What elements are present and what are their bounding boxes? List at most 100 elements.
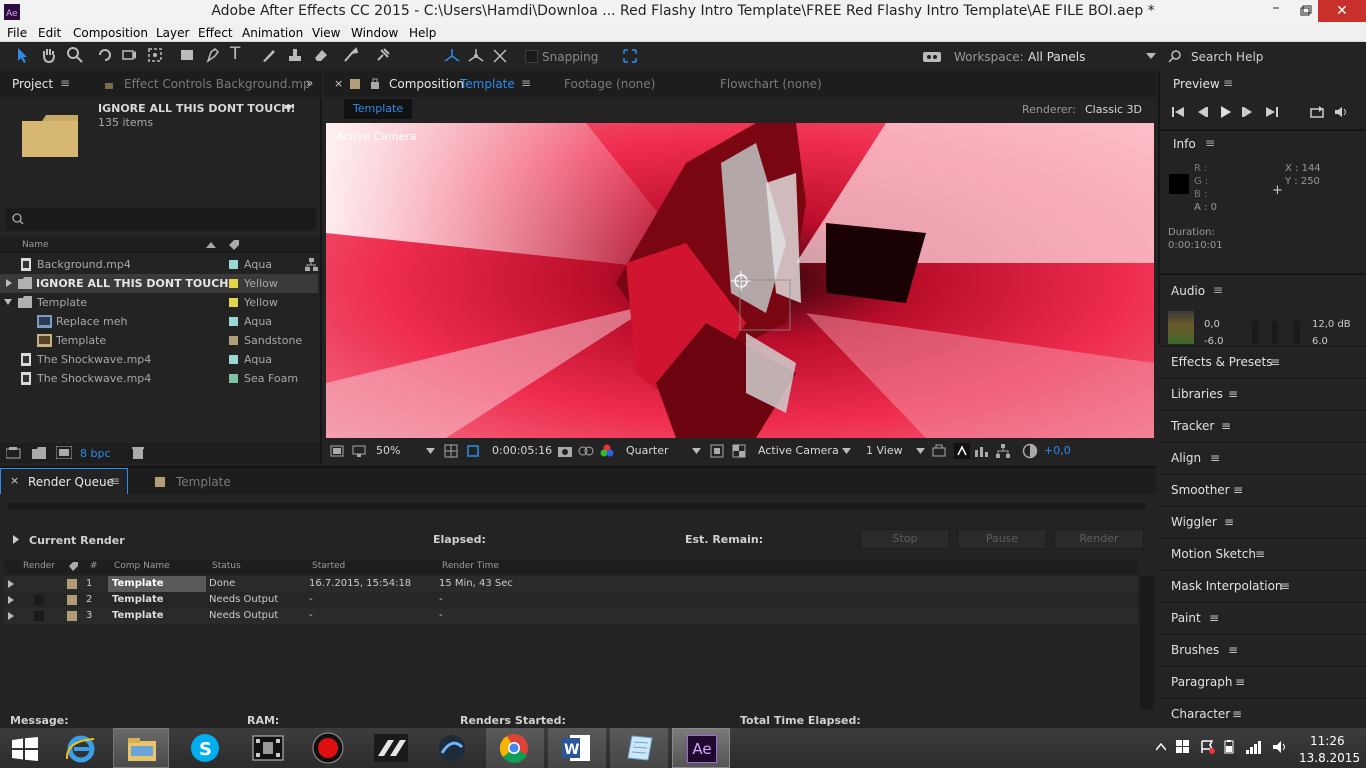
panel-menu-icon[interactable]: ≡ xyxy=(1224,515,1234,529)
label-tag-icon[interactable] xyxy=(228,239,240,251)
clock-time[interactable]: 11:26 xyxy=(1310,734,1345,748)
camera-chevron-down-icon[interactable] xyxy=(842,448,851,455)
type-tool-icon[interactable]: T xyxy=(230,44,240,64)
view-layout-select[interactable]: 1 View xyxy=(866,444,903,457)
stop-button[interactable]: Stop xyxy=(860,529,950,549)
rectangle-tool-icon[interactable] xyxy=(178,46,196,64)
render-checkbox[interactable] xyxy=(34,595,44,605)
pen-tool-icon[interactable] xyxy=(204,46,222,64)
comp-navigator-chip[interactable]: Template xyxy=(344,99,412,119)
row-comp-name[interactable]: Template xyxy=(112,594,164,605)
composition-viewer[interactable]: Active Camera xyxy=(326,123,1154,438)
close-button[interactable]: ✕ xyxy=(1318,0,1366,22)
puppet-pin-icon[interactable] xyxy=(374,46,392,64)
zoom-tool-icon[interactable] xyxy=(66,46,84,64)
renderer-value[interactable]: Classic 3D xyxy=(1085,103,1142,116)
panel-wiggler[interactable]: Wiggler ≡ xyxy=(1160,506,1366,536)
camera-orbit-icon[interactable] xyxy=(120,46,138,64)
list-item[interactable]: The Shockwave.mp4 Sea Foam xyxy=(0,369,318,388)
always-preview-icon[interactable] xyxy=(330,444,344,458)
panel-smoother[interactable]: Smoother ≡ xyxy=(1160,474,1366,504)
video-editor-icon[interactable] xyxy=(252,734,284,762)
column-status[interactable]: Status xyxy=(212,561,241,571)
tab-template[interactable]: Template xyxy=(176,475,231,489)
pause-button[interactable]: Pause xyxy=(957,529,1047,549)
rotate-tool-icon[interactable] xyxy=(96,46,114,64)
column-number[interactable]: # xyxy=(90,561,98,571)
column-name[interactable]: Name xyxy=(22,240,49,250)
label-swatch[interactable] xyxy=(229,260,238,269)
label-swatch[interactable] xyxy=(229,374,238,383)
zoom-chevron-down-icon[interactable] xyxy=(426,448,435,455)
label-swatch[interactable] xyxy=(229,336,238,345)
local-axis-icon[interactable] xyxy=(442,46,462,64)
previous-frame-icon[interactable] xyxy=(1196,106,1208,118)
list-item[interactable]: IGNORE ALL THIS DONT TOUCH! Yellow xyxy=(0,274,318,293)
panel-paint[interactable]: Paint ≡ xyxy=(1160,602,1366,632)
tab-lock-icon[interactable] xyxy=(350,79,360,89)
taskbar-notes[interactable] xyxy=(610,728,668,768)
expand-arrow-icon[interactable] xyxy=(13,535,19,544)
expand-arrow-icon[interactable] xyxy=(8,580,14,588)
selection-tool-icon[interactable] xyxy=(14,46,32,64)
battery-icon[interactable] xyxy=(1222,740,1236,754)
workspace-chevron-down-icon[interactable] xyxy=(1146,53,1156,61)
minimize-button[interactable]: – xyxy=(1262,0,1290,24)
current-time[interactable]: 0:00:05:16 xyxy=(492,444,552,457)
flowchart-icon[interactable] xyxy=(305,258,318,271)
menu-effect[interactable]: Effect xyxy=(198,26,233,40)
internet-explorer-icon[interactable] xyxy=(64,733,98,765)
crossfire-game-icon[interactable] xyxy=(374,734,408,762)
panel-menu-icon[interactable]: ≡ xyxy=(1228,387,1238,401)
workspace-select[interactable]: All Panels xyxy=(1028,50,1085,64)
next-frame-icon[interactable] xyxy=(1242,106,1254,118)
list-item[interactable]: Background.mp4 Aqua xyxy=(0,255,318,274)
new-folder-icon[interactable] xyxy=(32,447,46,459)
project-search-input[interactable] xyxy=(6,208,316,230)
panel-paragraph[interactable]: Paragraph ≡ xyxy=(1160,666,1366,696)
label-swatch[interactable] xyxy=(67,611,77,621)
effect-controls-lock-icon[interactable] xyxy=(104,79,114,89)
play-icon[interactable] xyxy=(1220,105,1232,119)
close-tab-icon[interactable]: × xyxy=(334,77,343,90)
camera-view-select[interactable]: Active Camera xyxy=(758,444,839,457)
eraser-tool-icon[interactable] xyxy=(312,46,330,64)
menu-animation[interactable]: Animation xyxy=(242,26,303,40)
snapshot-camera-icon[interactable] xyxy=(558,444,572,457)
list-item[interactable]: Template Sandstone xyxy=(0,331,318,350)
panel-tracker[interactable]: Tracker ≡ xyxy=(1160,410,1366,440)
table-row[interactable]: 3 Template Needs Output - - xyxy=(4,608,1138,624)
volume-icon[interactable] xyxy=(1272,740,1288,754)
panel-align[interactable]: Align ≡ xyxy=(1160,442,1366,472)
label-swatch[interactable] xyxy=(229,317,238,326)
show-snapshot-icon[interactable] xyxy=(578,444,594,458)
panel-menu-icon[interactable]: ≡ xyxy=(1210,451,1220,465)
windows-start-icon[interactable] xyxy=(12,737,38,761)
display-icon[interactable] xyxy=(352,444,366,458)
roto-brush-icon[interactable] xyxy=(342,46,360,64)
audio-fader-right[interactable] xyxy=(1272,321,1278,344)
column-comp-name[interactable]: Comp Name xyxy=(114,561,170,571)
new-composition-icon[interactable] xyxy=(56,446,72,459)
timeline-icon[interactable] xyxy=(974,444,988,458)
panel-menu-icon[interactable]: ≡ xyxy=(1235,675,1245,689)
row-comp-name[interactable]: Template xyxy=(108,576,206,592)
column-started[interactable]: Started xyxy=(312,561,345,571)
exposure-reset-icon[interactable] xyxy=(1022,443,1038,459)
list-item[interactable]: Replace meh Aqua xyxy=(0,312,318,331)
panel-menu-icon[interactable]: ≡ xyxy=(1255,547,1265,561)
clone-stamp-icon[interactable] xyxy=(286,46,304,64)
label-swatch[interactable] xyxy=(229,355,238,364)
render-checkbox[interactable] xyxy=(34,611,44,621)
row-comp-name[interactable]: Template xyxy=(112,610,164,621)
info-menu-icon[interactable]: ≡ xyxy=(1205,136,1215,150)
preview-menu-icon[interactable]: ≡ xyxy=(1223,76,1233,90)
panel-menu-icon[interactable]: ≡ xyxy=(1233,483,1243,497)
list-item[interactable]: Template Yellow xyxy=(0,293,318,312)
menu-view[interactable]: View xyxy=(312,26,340,40)
world-axis-icon[interactable] xyxy=(466,46,486,64)
project-tab-menu-icon[interactable]: ≡ xyxy=(60,76,70,90)
sort-ascending-icon[interactable] xyxy=(206,241,216,249)
snap-options-icon[interactable] xyxy=(622,48,638,64)
resolution-select[interactable]: Quarter xyxy=(626,444,669,457)
